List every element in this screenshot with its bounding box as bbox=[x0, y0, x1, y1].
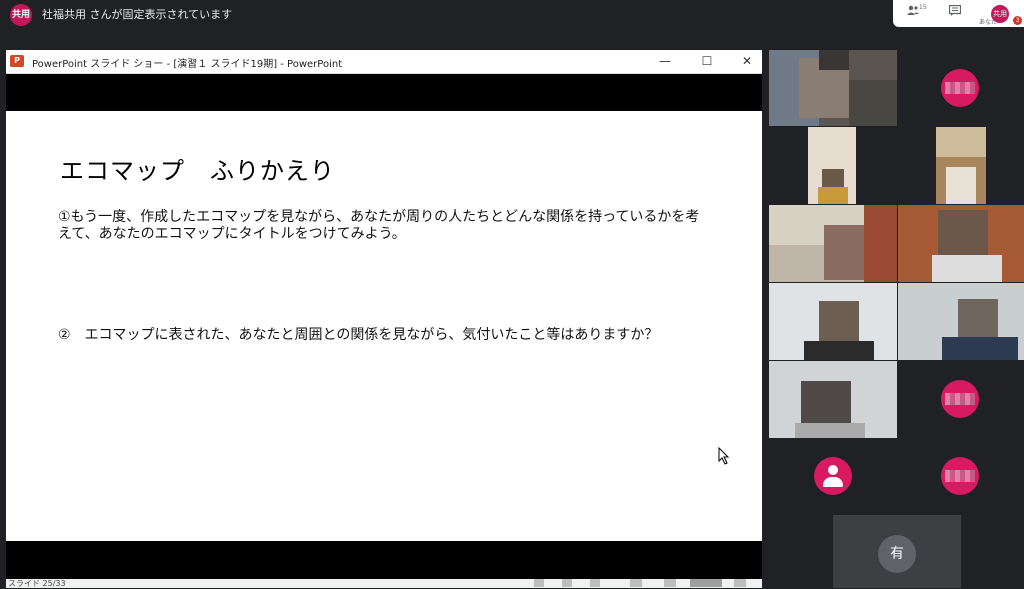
participant-count: 15 bbox=[919, 4, 927, 11]
self-name: あなた bbox=[979, 19, 998, 26]
ppt-window-title: PowerPoint スライド ショー - [演習１ スライド19期] - Po… bbox=[32, 59, 343, 70]
cursor-icon bbox=[718, 446, 730, 469]
blurred-initials bbox=[945, 393, 975, 405]
status-icon-2[interactable] bbox=[562, 579, 572, 587]
slide-canvas[interactable]: エコマップ ふりかえり ①もう一度、作成したエコマップを見ながら、あなたが周りの… bbox=[6, 111, 762, 541]
status-icon-3[interactable] bbox=[590, 579, 600, 587]
self-tile[interactable]: 有 bbox=[833, 515, 961, 588]
pinned-notice: 社福共用 さんが固定表示されています bbox=[42, 8, 233, 21]
meet-top-bar: 共用 社福共用 さんが固定表示されています 15 共用 あなた 3 bbox=[0, 0, 1024, 28]
sorter-view-icon[interactable] bbox=[664, 579, 676, 587]
normal-view-icon[interactable] bbox=[630, 579, 642, 587]
participant-video-4[interactable] bbox=[936, 127, 986, 204]
participant-tile-2[interactable] bbox=[897, 50, 1024, 126]
blurred-initials bbox=[945, 470, 975, 482]
slide-question-2: ② エコマップに表された、あなたと周囲との関係を見ながら、気付いたこと等はありま… bbox=[58, 327, 659, 343]
participant-video-1[interactable] bbox=[769, 50, 897, 126]
powerpoint-window: P PowerPoint スライド ショー - [演習１ スライド19期] - … bbox=[6, 50, 762, 588]
participant-video-6[interactable] bbox=[898, 205, 1024, 282]
participant-tile-10[interactable] bbox=[897, 361, 1024, 438]
participant-video-3[interactable] bbox=[808, 127, 856, 204]
top-right-panel: 15 共用 あなた 3 bbox=[893, 0, 1024, 27]
notification-badge: 3 bbox=[1013, 16, 1022, 25]
chat-icon[interactable] bbox=[948, 4, 962, 19]
slide-title: エコマップ ふりかえり bbox=[60, 157, 335, 185]
people-icon[interactable] bbox=[907, 5, 919, 19]
participant-tile-11[interactable] bbox=[769, 439, 897, 514]
participant-video-5[interactable] bbox=[769, 205, 897, 282]
participant-video-7[interactable] bbox=[769, 283, 897, 360]
slide-counter: スライド 25/33 bbox=[8, 579, 66, 588]
ppt-status-bar: スライド 25/33 bbox=[6, 579, 762, 588]
slideshow-view-icon[interactable] bbox=[734, 579, 746, 587]
person-icon bbox=[814, 457, 852, 495]
participant-tile-12[interactable] bbox=[897, 439, 1024, 514]
powerpoint-logo-icon: P bbox=[10, 55, 24, 67]
pinned-avatar: 共用 bbox=[10, 4, 32, 26]
maximize-button[interactable]: ☐ bbox=[696, 53, 718, 69]
reading-view-icon[interactable] bbox=[690, 579, 722, 587]
self-tile-avatar: 有 bbox=[878, 535, 916, 573]
blurred-initials bbox=[945, 82, 975, 94]
participant-video-8[interactable] bbox=[898, 283, 1024, 360]
slide-question-1: ①もう一度、作成したエコマップを見ながら、あなたが周りの人たちとどんな関係を持っ… bbox=[58, 209, 700, 242]
status-icon-1[interactable] bbox=[534, 579, 544, 587]
participant-video-9[interactable] bbox=[769, 361, 897, 438]
minimize-button[interactable]: — bbox=[654, 53, 676, 69]
ppt-title-bar: P PowerPoint スライド ショー - [演習１ スライド19期] - … bbox=[6, 50, 762, 74]
close-button[interactable]: ✕ bbox=[736, 53, 758, 69]
